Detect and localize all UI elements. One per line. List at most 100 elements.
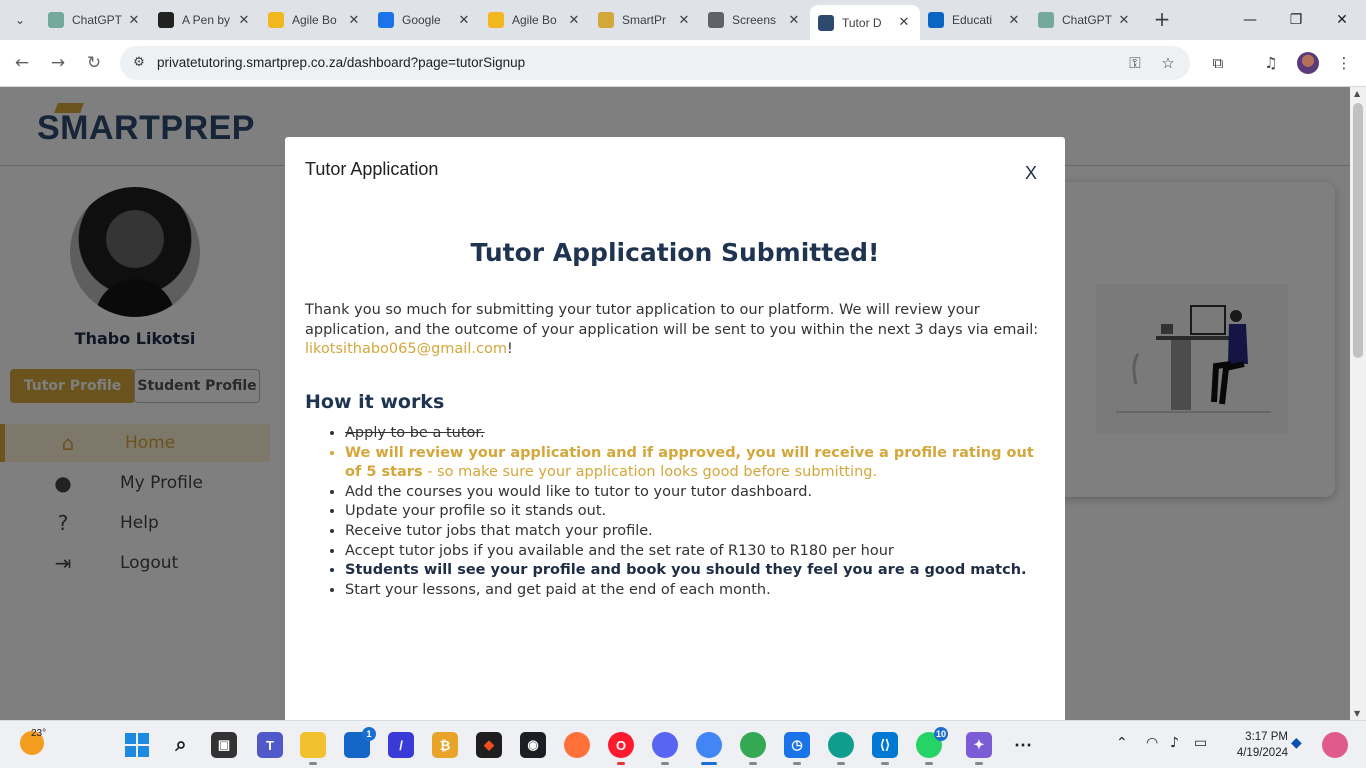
close-modal-button[interactable]: X	[1025, 163, 1037, 184]
firefox-icon[interactable]	[564, 732, 590, 758]
tab-close-icon[interactable]: ✕	[676, 13, 692, 28]
step-text: Accept tutor jobs if you available and t…	[345, 542, 894, 559]
battery-icon[interactable]: ▭	[1194, 735, 1207, 751]
search-icon[interactable]: ⌕	[168, 732, 194, 758]
clock-time: 3:17 PM	[1245, 731, 1288, 743]
system-clock[interactable]: 3:17 PM 4/19/2024	[1222, 729, 1288, 761]
tab-close-icon[interactable]: ✕	[896, 15, 912, 30]
chevron-up-icon[interactable]: ⌃	[1116, 735, 1128, 751]
tab-close-icon[interactable]: ✕	[1116, 13, 1132, 28]
tab-close-icon[interactable]: ✕	[566, 13, 582, 28]
copilot-pre-icon[interactable]	[1322, 732, 1348, 758]
bitcoin-app-icon[interactable]: ₿	[432, 732, 458, 758]
whatsapp-icon[interactable]: 10	[916, 727, 948, 765]
windows-logo-icon	[125, 733, 149, 757]
scrollbar-thumb[interactable]	[1353, 103, 1363, 358]
opera-icon[interactable]: O	[608, 732, 634, 765]
tab-close-icon[interactable]: ✕	[346, 13, 362, 28]
step-text: - so make sure your application looks go…	[422, 464, 878, 481]
browser-tab[interactable]: Agile Bo ✕	[480, 5, 590, 35]
url-text[interactable]: privatetutoring.smartprep.co.za/dashboar…	[157, 55, 525, 70]
step-text: Update your profile so it stands out.	[345, 503, 607, 520]
running-indicator	[793, 762, 801, 765]
vscode-icon[interactable]: ⟨⟩	[872, 732, 898, 765]
discord-icon[interactable]	[652, 732, 678, 765]
tutor-application-modal: Tutor Application X Tutor Application Su…	[285, 137, 1065, 720]
tab-label: Screens	[732, 13, 777, 27]
volume-icon[interactable]: ♪	[1170, 735, 1179, 751]
how-it-works-title: How it works	[305, 391, 445, 413]
azure-data-icon[interactable]: /	[388, 732, 414, 758]
tab-close-icon[interactable]: ✕	[786, 13, 802, 28]
running-indicator	[749, 762, 757, 765]
browser-tab[interactable]: SmartPr ✕	[590, 5, 700, 35]
figma-icon[interactable]: ◆	[476, 732, 502, 758]
browser-tab[interactable]: Google ✕	[370, 5, 480, 35]
new-tab-button[interactable]: +	[1150, 8, 1174, 32]
file-explorer-icon[interactable]	[300, 732, 326, 765]
browser-tab[interactable]: A Pen by ✕	[150, 5, 260, 35]
browser-tab[interactable]: ChatGPT ✕	[40, 5, 150, 35]
tab-close-icon[interactable]: ✕	[456, 13, 472, 28]
windows-start-icon[interactable]	[124, 732, 150, 758]
back-icon[interactable]: ←	[9, 50, 35, 76]
tab-close-icon[interactable]: ✕	[126, 13, 142, 28]
site-info-icon[interactable]: ⚙	[130, 54, 148, 72]
page-scrollbar[interactable]: ▲ ▼	[1350, 87, 1366, 720]
tab-search-icon[interactable]: ⌄	[8, 8, 32, 32]
page-viewport: SMARTPREP Thabo Likotsi Tutor Profile St…	[0, 87, 1350, 720]
submitted-heading: Tutor Application Submitted!	[470, 238, 880, 267]
tab-label: A Pen by	[182, 13, 231, 27]
profile-avatar[interactable]	[1297, 52, 1319, 74]
step-item: Accept tutor jobs if you available and t…	[345, 542, 1045, 562]
reload-icon[interactable]: ↻	[81, 50, 107, 76]
active-indicator	[701, 762, 717, 765]
chrome-icon[interactable]	[696, 732, 722, 765]
address-bar[interactable]: ⚙ privatetutoring.smartprep.co.za/dashbo…	[120, 46, 1190, 80]
edge-icon[interactable]	[828, 732, 854, 765]
tab-label: Educati	[952, 13, 993, 27]
media-control-icon[interactable]: ♫	[1259, 51, 1283, 75]
minimize-icon[interactable]: —	[1238, 8, 1262, 32]
tab-close-icon[interactable]: ✕	[1006, 13, 1022, 28]
step-text: Add the courses you would like to tutor …	[345, 483, 813, 500]
step-item: Receive tutor jobs that match your profi…	[345, 522, 1045, 542]
task-view-icon[interactable]: ▣	[211, 732, 237, 758]
step-text: Students will see your profile and book …	[345, 562, 1027, 579]
bookmark-star-icon[interactable]: ☆	[1158, 53, 1178, 73]
clock-date: 4/19/2024	[1236, 747, 1288, 759]
forward-icon[interactable]: →	[45, 50, 71, 76]
tab-close-icon[interactable]: ✕	[236, 13, 252, 28]
step-text: Receive tutor jobs that match your profi…	[345, 522, 653, 539]
more-menu-icon[interactable]: ⋮	[1332, 51, 1356, 75]
restore-icon[interactable]: ❐	[1284, 8, 1308, 32]
message-suffix: !	[506, 341, 513, 357]
scroll-down-icon[interactable]: ▼	[1354, 709, 1360, 718]
scroll-up-icon[interactable]: ▲	[1354, 89, 1360, 98]
password-key-icon[interactable]: ⚿	[1125, 53, 1145, 73]
step-text: Start your lessons, and get paid at the …	[345, 581, 771, 598]
sparkle-icon	[488, 12, 504, 28]
more-apps-icon[interactable]: ⋯	[1010, 732, 1036, 758]
extensions-icon[interactable]: ⧉	[1206, 51, 1230, 75]
browser-tab[interactable]: Screens ✕	[700, 5, 810, 35]
browser-tab[interactable]: Educati ✕	[920, 5, 1030, 35]
teams-icon[interactable]: T	[257, 732, 283, 758]
browser-tab[interactable]: Agile Bo ✕	[260, 5, 370, 35]
notification-bell-icon[interactable]: ◆	[1291, 735, 1302, 751]
tab-label: Tutor D	[842, 15, 882, 30]
running-indicator	[975, 762, 983, 765]
clock-app-icon[interactable]: ◷	[784, 732, 810, 765]
chrome-profile-icon[interactable]	[740, 732, 766, 765]
copilot-icon[interactable]: ✦	[966, 732, 992, 765]
wifi-icon[interactable]: ◠	[1146, 735, 1158, 751]
browser-tab[interactable]: ChatGPT ✕	[1030, 5, 1140, 35]
globe-icon	[708, 12, 724, 28]
store-icon[interactable]: 1	[344, 727, 376, 758]
github-icon[interactable]: ◉	[520, 732, 546, 758]
running-indicator	[309, 762, 317, 765]
email-link[interactable]: likotsithabo065@gmail.com	[305, 341, 507, 357]
confirmation-message: Thank you so much for submitting your tu…	[305, 301, 1050, 360]
close-window-icon[interactable]: ✕	[1330, 8, 1354, 32]
browser-tab[interactable]: Tutor D ✕	[810, 5, 920, 40]
